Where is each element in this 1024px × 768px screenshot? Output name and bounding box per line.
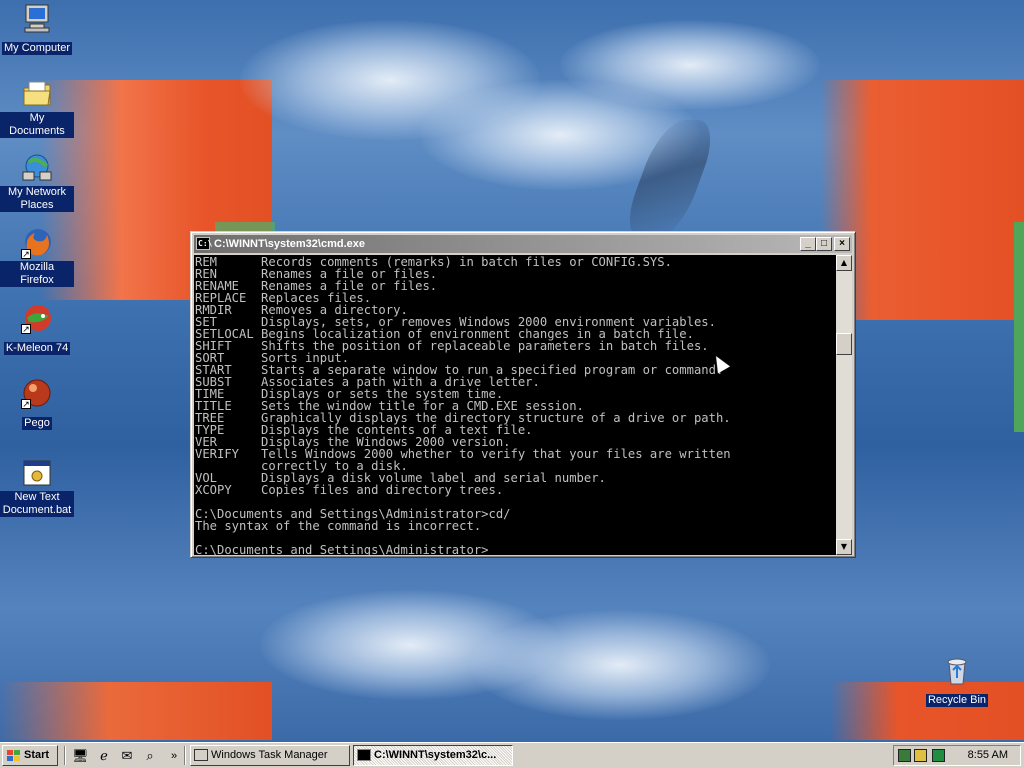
desktop-icon-label: Recycle Bin [925,694,989,707]
recycle-bin-icon [941,654,973,686]
windows-logo-icon [7,750,21,762]
desktop-icon-my-network-places[interactable]: My Network Places [0,152,74,212]
taskbar: Start 🖥 ℯ ✉ ⌕ » Windows Task Manager C:\… [0,742,1024,768]
task-button-label: C:\WINNT\system32\c... [374,749,497,761]
clock: 8:55 AM [967,749,1008,761]
network-icon [21,152,53,184]
console-text: REM Records comments (remarks) in batch … [195,255,731,555]
vertical-scrollbar[interactable]: ▲ ▼ [836,255,852,555]
desktop-icon-mozilla-firefox[interactable]: ↗ Mozilla Firefox [0,227,74,287]
close-button[interactable]: × [834,237,850,251]
taskbar-separator [184,746,186,765]
minimize-button[interactable]: _ [800,237,816,251]
desktop-icon-pego[interactable]: ↗ Pego [0,377,74,430]
desktop-icon-k-meleon[interactable]: ↗ K-Meleon 74 [0,302,74,355]
desktop-icon-label: Pego [22,417,52,430]
folder-icon [21,78,53,110]
taskbar-separator [64,746,66,765]
network-tray-icon[interactable] [898,749,911,762]
firefox-icon: ↗ [21,227,53,260]
desktop-icon-label: K-Meleon 74 [3,342,71,355]
search-icon[interactable]: ⌕ [142,748,158,764]
task-button-task-manager[interactable]: Windows Task Manager [190,745,350,766]
console-output[interactable]: REM Records comments (remarks) in batch … [194,255,836,555]
kmeleon-icon: ↗ [21,302,53,335]
shortcut-arrow-icon: ↗ [21,399,31,410]
desktop-icon-my-computer[interactable]: My Computer [0,2,74,55]
window-title-bar[interactable]: C:\ C:\WINNT\system32\cmd.exe _ □ × [194,235,852,253]
desktop-icon-label: New Text Document.bat [0,491,74,517]
wallpaper-green-strip [1014,222,1024,432]
scroll-thumb[interactable] [836,333,852,355]
cmd-icon: C:\ [196,237,213,250]
shortcut-arrow-icon: ↗ [21,249,31,260]
cmd-window[interactable]: C:\ C:\WINNT\system32\cmd.exe _ □ × REM … [190,231,856,558]
start-button[interactable]: Start [2,745,58,766]
wallpaper-orange-band [0,682,272,740]
batch-file-icon [21,457,53,489]
internet-explorer-icon[interactable]: ℯ [96,748,112,764]
task-manager-icon [194,749,208,761]
system-tray: 8:55 AM [893,745,1021,766]
start-label: Start [24,749,50,761]
desktop-icon-my-documents[interactable]: My Documents [0,78,74,138]
volume-tray-icon[interactable] [914,749,927,762]
computer-icon [21,2,53,34]
desktop-icon-label: Mozilla Firefox [0,261,74,287]
task-button-cmd[interactable]: C:\WINNT\system32\c... [353,745,513,766]
desktop-icon-label: My Computer [1,42,73,55]
task-button-label: Windows Task Manager [211,749,328,761]
show-desktop-icon[interactable]: 🖥 [72,748,89,764]
desktop-icon-label: My Network Places [0,186,74,212]
maximize-button[interactable]: □ [816,237,832,251]
cmd-icon [357,749,371,761]
scroll-up-button[interactable]: ▲ [836,255,852,271]
shortcut-arrow-icon: ↗ [21,324,31,335]
window-title: C:\WINNT\system32\cmd.exe [214,238,365,250]
task-manager-tray-icon[interactable] [932,749,945,762]
quick-launch-more-button[interactable]: » [166,748,182,764]
scroll-down-button[interactable]: ▼ [836,539,852,555]
desktop-icon-new-text-document-bat[interactable]: New Text Document.bat [0,457,74,517]
pego-icon: ↗ [21,377,53,410]
outlook-express-icon[interactable]: ✉ [119,748,135,764]
desktop-icon-recycle-bin[interactable]: Recycle Bin [920,654,994,707]
desktop-icon-label: My Documents [0,112,74,138]
wallpaper-cloud [560,20,820,110]
wallpaper-cloud [470,610,770,720]
